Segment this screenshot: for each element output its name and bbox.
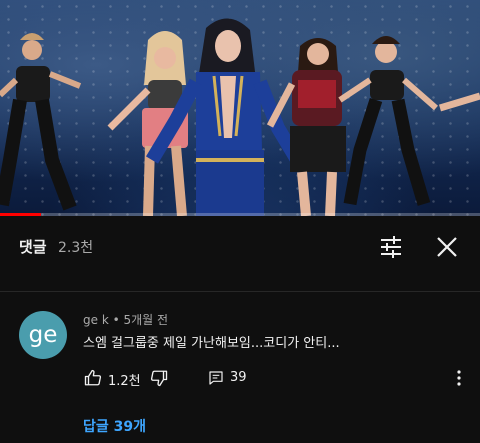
reply-icon xyxy=(209,371,223,385)
avatar[interactable]: ge xyxy=(19,311,67,359)
more-options-button[interactable] xyxy=(449,368,469,388)
meta-separator: • xyxy=(112,313,120,327)
more-vert-icon xyxy=(457,370,461,386)
sliders-icon xyxy=(381,236,401,258)
comments-header: 댓글 2.3천 xyxy=(0,216,480,276)
close-icon xyxy=(437,237,457,257)
close-button[interactable] xyxy=(430,230,464,264)
dancer-left xyxy=(0,33,82,211)
sort-button[interactable] xyxy=(373,232,409,262)
view-replies-link[interactable]: 답글 39개 xyxy=(83,416,146,436)
video-player[interactable] xyxy=(0,0,480,216)
comments-count: 2.3천 xyxy=(58,240,94,256)
dislike-button[interactable] xyxy=(149,368,169,388)
thumbs-down-icon xyxy=(150,370,168,387)
comment-author[interactable]: ge k xyxy=(83,313,109,327)
dancer-right xyxy=(338,36,480,206)
video-frame xyxy=(0,18,480,216)
comment-actions: 1.2천 39 xyxy=(83,368,473,389)
comment-time: 5개월 전 xyxy=(123,313,169,327)
like-count: 1.2천 xyxy=(108,374,141,389)
thumbs-up-icon xyxy=(84,369,102,386)
comments-title: 댓글 xyxy=(19,238,47,256)
reply-count: 39 xyxy=(230,370,247,385)
reply-button[interactable] xyxy=(206,368,226,388)
comment-meta: ge k • 5개월 전 xyxy=(83,311,168,328)
like-button[interactable] xyxy=(83,368,103,388)
comment-text: 스엠 걸그룹중 제일 가난해보임...코디가 안티... xyxy=(83,336,340,351)
header-divider xyxy=(0,291,480,292)
